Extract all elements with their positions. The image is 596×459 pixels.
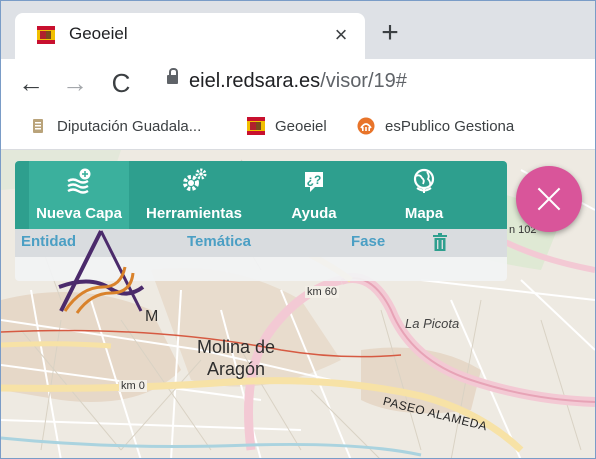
bookmark-geoeiel[interactable]: Geoeiel	[247, 117, 327, 135]
lock-icon[interactable]	[167, 68, 178, 84]
forward-arrow-icon[interactable]: →	[59, 67, 91, 99]
tab-title: Geoeiel	[69, 24, 128, 43]
menu-label: Ayuda	[291, 205, 337, 222]
map-label-molina-line2: Aragón	[207, 359, 266, 379]
menu-ayuda[interactable]: ¿? Ayuda	[281, 161, 347, 229]
filter-tematica[interactable]: Temática	[187, 233, 251, 250]
url-text: eiel.redsara.es/visor/19#	[189, 70, 407, 93]
map-label-molina: Molina de Aragón	[197, 336, 275, 380]
new-tab-button[interactable]: +	[373, 17, 407, 51]
bookmark-label: Geoeiel	[275, 117, 327, 135]
layers-add-icon	[67, 168, 91, 194]
tab-strip: Geoeiel × +	[1, 1, 595, 59]
map-label-molina-line1: Molina de	[197, 337, 276, 357]
reload-icon[interactable]: C	[105, 67, 137, 99]
close-tab-icon[interactable]: ×	[327, 21, 355, 49]
spain-coat-of-arms-icon	[247, 117, 265, 135]
url-path: /visor/19#	[320, 70, 407, 92]
bookmark-label: Diputación Guadala...	[57, 117, 202, 135]
back-arrow-icon[interactable]: ←	[15, 67, 47, 99]
map-label-la-picota: La Picota	[405, 316, 460, 331]
address-bar[interactable]: eiel.redsara.es/visor/19#	[153, 62, 595, 104]
espublico-icon	[357, 117, 375, 135]
menu-label: Nueva Capa	[36, 205, 122, 222]
browser-window: Geoeiel × + ← → C eiel.redsara.es/visor/…	[0, 0, 596, 459]
main-menu: Nueva Capa Herramientas ¿? Ayuda Mapa	[15, 161, 507, 229]
decorative-logo	[58, 230, 145, 314]
menu-herramientas[interactable]: Herramientas	[139, 161, 249, 229]
filter-fase[interactable]: Fase	[351, 233, 385, 250]
browser-toolbar: ← → C eiel.redsara.es/visor/19#	[1, 59, 595, 107]
bookmark-diputacion[interactable]: Diputación Guadala...	[29, 117, 201, 135]
globe-icon	[413, 168, 435, 193]
bookmark-espublico[interactable]: esPublico Gestiona	[357, 117, 514, 135]
document-icon	[33, 119, 43, 133]
spain-coat-of-arms-icon	[37, 26, 55, 44]
map-label-km0: km 0	[119, 380, 147, 392]
url-host: eiel.redsara.es	[189, 70, 321, 92]
bookmarks-bar: Diputación Guadala... Geoeiel esPublico …	[1, 107, 595, 150]
svg-text:¿?: ¿?	[307, 173, 322, 187]
close-panel-button[interactable]	[516, 166, 582, 232]
help-icon: ¿?	[305, 172, 323, 192]
menu-nueva-capa[interactable]: Nueva Capa	[29, 161, 129, 229]
bookmark-label: esPublico Gestiona	[385, 117, 515, 135]
map-label-km60: km 60	[305, 286, 339, 298]
menu-label: Herramientas	[146, 205, 242, 222]
gears-icon	[183, 168, 207, 191]
trash-icon[interactable]	[433, 233, 447, 251]
browser-tab[interactable]: Geoeiel ×	[15, 13, 365, 59]
menu-mapa[interactable]: Mapa	[389, 161, 459, 229]
menu-label: Mapa	[404, 205, 444, 222]
